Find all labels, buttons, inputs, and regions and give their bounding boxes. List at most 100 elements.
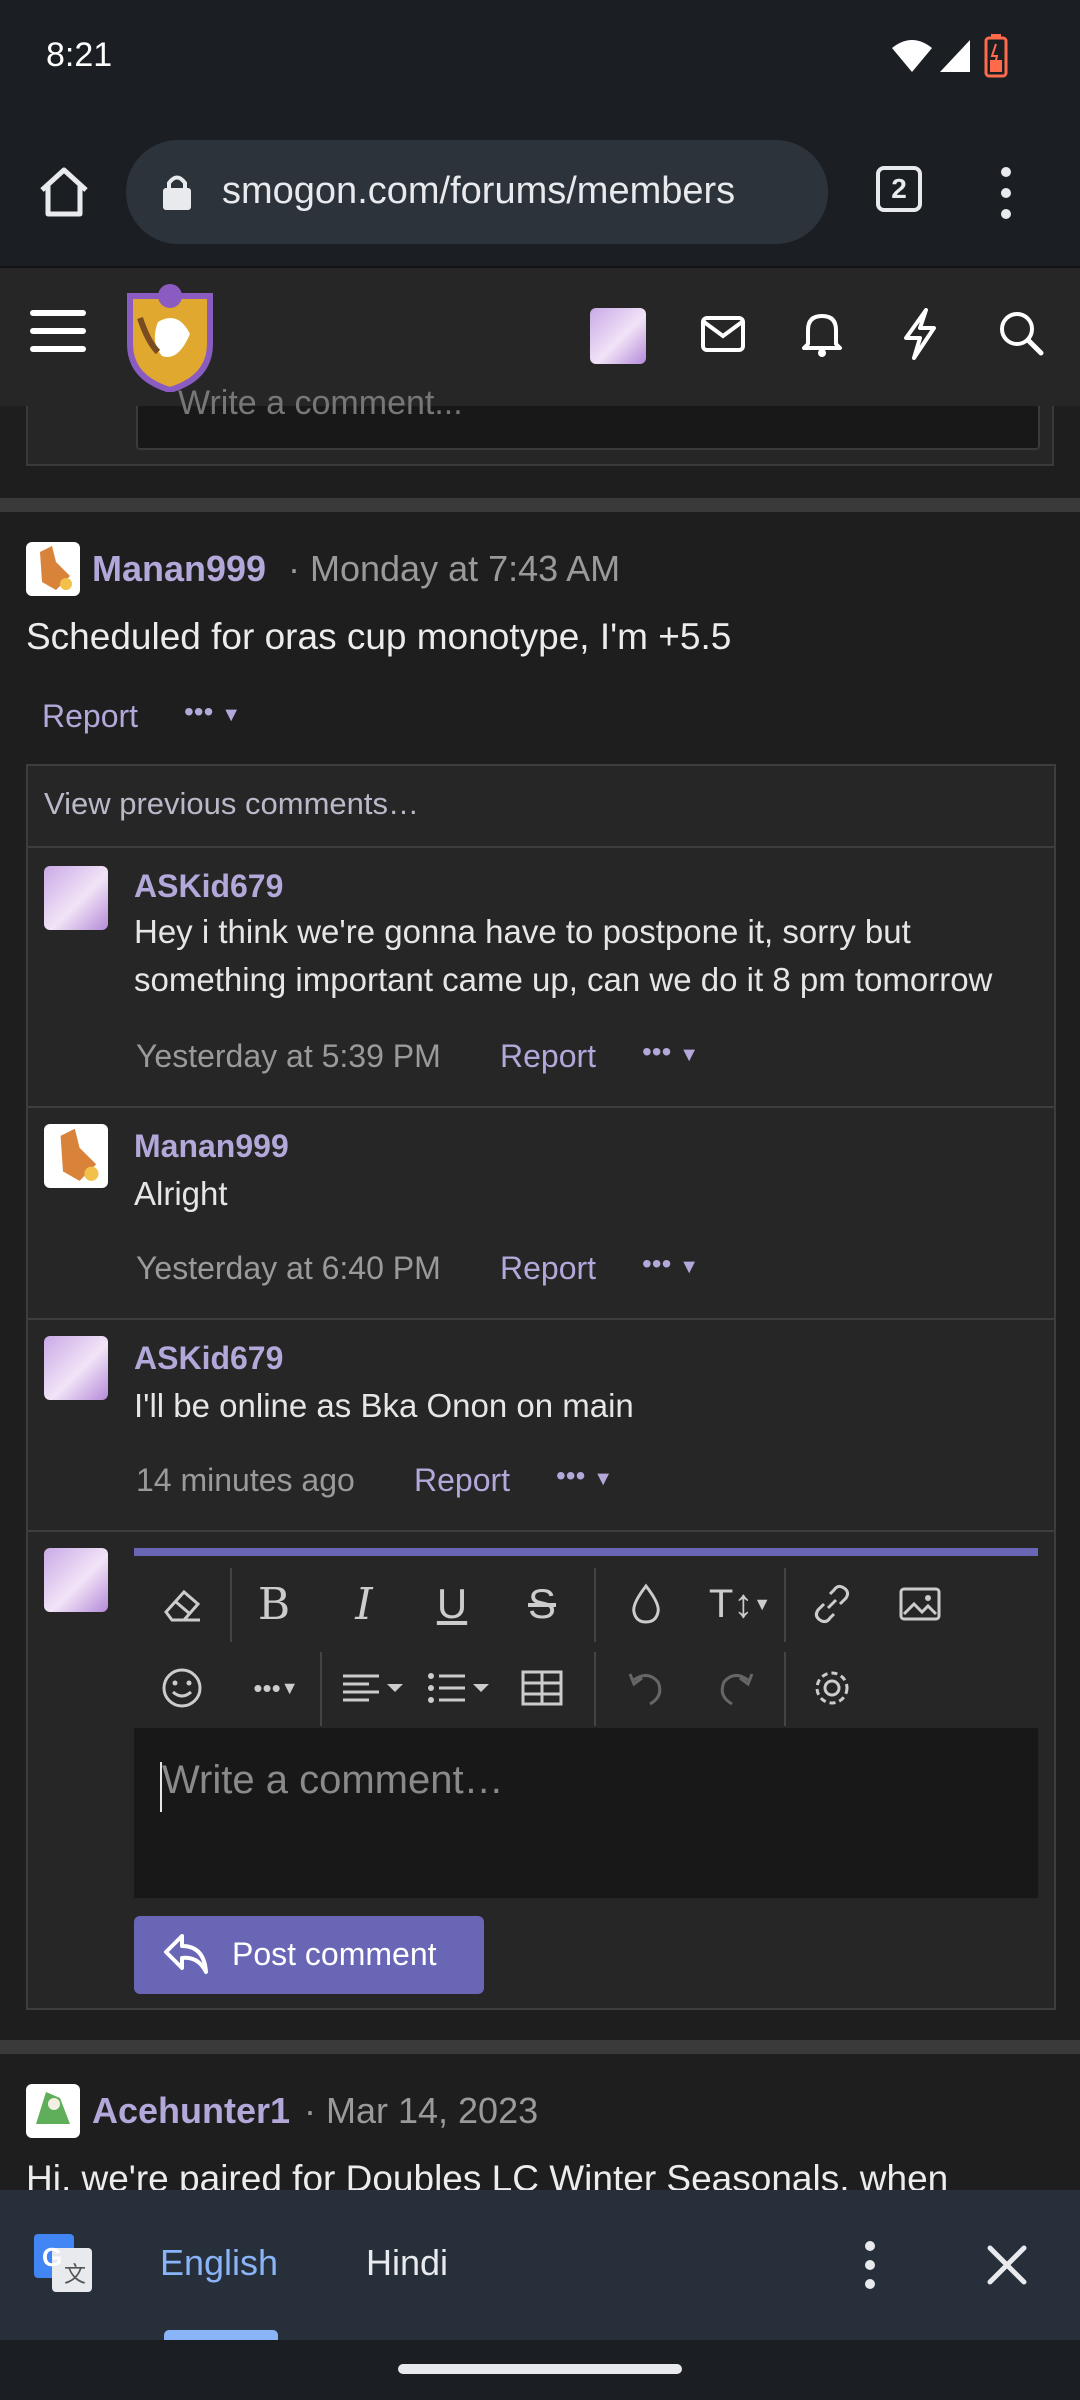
- more-options-icon[interactable]: ••• ▼: [236, 1658, 316, 1718]
- post-divider: [0, 498, 1080, 512]
- comment-time[interactable]: Yesterday at 6:40 PM: [136, 1250, 441, 1287]
- post-divider: [0, 2040, 1080, 2054]
- italic-icon[interactable]: I: [334, 1574, 394, 1634]
- avatar-current-user: [44, 1548, 108, 1612]
- chevron-down-icon: ▼: [679, 1256, 699, 1278]
- separator: [28, 1318, 1054, 1320]
- insert-link-icon[interactable]: [802, 1574, 862, 1634]
- separator: [784, 1568, 786, 1642]
- separator: [230, 1568, 232, 1642]
- comment-author[interactable]: Manan999: [134, 1128, 289, 1165]
- comment-text: Hey i think we're gonna have to postpone…: [134, 913, 993, 998]
- chevron-down-icon: ▼: [221, 704, 241, 726]
- home-icon[interactable]: [36, 164, 92, 220]
- post-more-menu[interactable]: ••• ▼: [184, 696, 241, 728]
- post-author[interactable]: Manan999: [92, 548, 266, 590]
- site-header: [0, 266, 1080, 406]
- post-author[interactable]: Acehunter1: [92, 2090, 290, 2132]
- more-dots-icon: •••: [184, 696, 214, 727]
- separator: [594, 1568, 596, 1642]
- home-gesture-handle[interactable]: [398, 2364, 682, 2374]
- chevron-down-icon: ▼: [593, 1468, 613, 1490]
- wifi-icon: [892, 40, 932, 72]
- underline-icon[interactable]: U: [422, 1574, 482, 1634]
- hamburger-menu-icon[interactable]: [28, 306, 88, 356]
- comment-report-link[interactable]: Report: [500, 1250, 596, 1287]
- font-size-icon[interactable]: T↕ ▼: [700, 1574, 780, 1634]
- battery-icon: [984, 34, 1008, 78]
- address-bar[interactable]: smogon.com/forums/members: [126, 140, 828, 244]
- post-report-link[interactable]: Report: [42, 698, 138, 735]
- align-icon[interactable]: [334, 1658, 414, 1718]
- list-icon[interactable]: [420, 1658, 500, 1718]
- undo-icon[interactable]: [616, 1658, 676, 1718]
- smogon-logo[interactable]: [118, 282, 222, 392]
- comments-box: View previous comments… ASKid679 Hey i t…: [26, 764, 1056, 2010]
- translate-options-kebab-icon[interactable]: [860, 2240, 880, 2290]
- comment-text: I'll be online as Bka Onon on main: [134, 1387, 634, 1424]
- whats-new-lightning-icon[interactable]: [900, 308, 940, 360]
- comment-report-link[interactable]: Report: [500, 1038, 596, 1075]
- more-dots-icon: •••: [642, 1248, 672, 1279]
- inbox-envelope-icon[interactable]: [700, 314, 746, 354]
- comment-editor: B I U S T↕ ▼ ••• ▼ Write a comment…: [134, 1548, 1038, 1898]
- language-tab-english[interactable]: English: [160, 2242, 278, 2284]
- text-color-droplet-icon[interactable]: [616, 1574, 676, 1634]
- comment-time[interactable]: Yesterday at 5:39 PM: [136, 1038, 441, 1075]
- avatar-manan999[interactable]: [44, 1124, 108, 1188]
- separator: [784, 1652, 786, 1726]
- editor-toolbar: B I U S T↕ ▼ ••• ▼: [134, 1556, 1038, 1728]
- selected-tab-indicator: [164, 2330, 278, 2340]
- insert-image-icon[interactable]: [890, 1574, 950, 1634]
- comment-author[interactable]: ASKid679: [134, 1340, 283, 1377]
- post-time[interactable]: · Monday at 7:43 AM: [288, 548, 620, 590]
- emoji-smiley-icon[interactable]: [152, 1658, 212, 1718]
- comment-text: Alright: [134, 1175, 228, 1212]
- avatar-acehunter1[interactable]: [26, 2084, 80, 2138]
- comment-report-link[interactable]: Report: [414, 1462, 510, 1499]
- menu-kebab-icon[interactable]: [994, 166, 1018, 220]
- separator: [320, 1652, 322, 1726]
- signal-icon: [940, 40, 970, 72]
- previous-comments-box-edge: Write a comment...: [26, 384, 1054, 466]
- close-icon[interactable]: [986, 2244, 1028, 2286]
- settings-gear-icon[interactable]: [802, 1658, 862, 1718]
- separator: [28, 1106, 1054, 1108]
- chevron-down-icon: ▼: [679, 1044, 699, 1066]
- comment-more-menu[interactable]: ••• ▼: [642, 1248, 699, 1280]
- previous-comment-placeholder: Write a comment...: [178, 384, 463, 422]
- comment-more-menu[interactable]: ••• ▼: [556, 1460, 613, 1492]
- bold-icon[interactable]: B: [244, 1574, 304, 1634]
- user-avatar[interactable]: [590, 308, 646, 364]
- browser-toolbar: smogon.com/forums/members 2: [0, 118, 1080, 266]
- comment-input[interactable]: Write a comment…: [134, 1728, 1038, 1898]
- system-navigation-bar: [0, 2340, 1080, 2400]
- separator: [28, 1530, 1054, 1532]
- avatar-askid679[interactable]: [44, 1336, 108, 1400]
- redo-icon[interactable]: [706, 1658, 766, 1718]
- comment-more-menu[interactable]: ••• ▼: [642, 1036, 699, 1068]
- comment-author[interactable]: ASKid679: [134, 868, 283, 905]
- avatar-askid679[interactable]: [44, 866, 108, 930]
- view-previous-comments-link[interactable]: View previous comments…: [44, 786, 419, 822]
- comment-placeholder: Write a comment…: [162, 1758, 504, 1802]
- insert-table-icon[interactable]: [512, 1658, 572, 1718]
- previous-comment-input[interactable]: Write a comment...: [136, 384, 1040, 450]
- comment-time[interactable]: 14 minutes ago: [136, 1462, 355, 1499]
- post-comment-button[interactable]: Post comment: [134, 1916, 484, 1994]
- strikethrough-icon[interactable]: S: [512, 1574, 572, 1634]
- clear-formatting-eraser-icon[interactable]: [152, 1574, 212, 1634]
- status-time: 8:21: [46, 36, 113, 74]
- post-time[interactable]: · Mar 14, 2023: [304, 2090, 538, 2132]
- google-translate-icon: G 文: [34, 2234, 92, 2292]
- url-text: smogon.com/forums/members: [222, 170, 736, 212]
- tab-switcher-button[interactable]: 2: [876, 166, 922, 212]
- svg-text:文: 文: [64, 2262, 86, 2287]
- reply-arrow-icon: [164, 1934, 208, 1974]
- translate-bar: G 文 English Hindi: [0, 2190, 1080, 2340]
- notifications-bell-icon[interactable]: [800, 308, 844, 358]
- more-dots-icon: •••: [642, 1036, 672, 1067]
- search-icon[interactable]: [998, 310, 1044, 356]
- language-tab-hindi[interactable]: Hindi: [366, 2242, 448, 2284]
- avatar-manan999[interactable]: [26, 542, 80, 596]
